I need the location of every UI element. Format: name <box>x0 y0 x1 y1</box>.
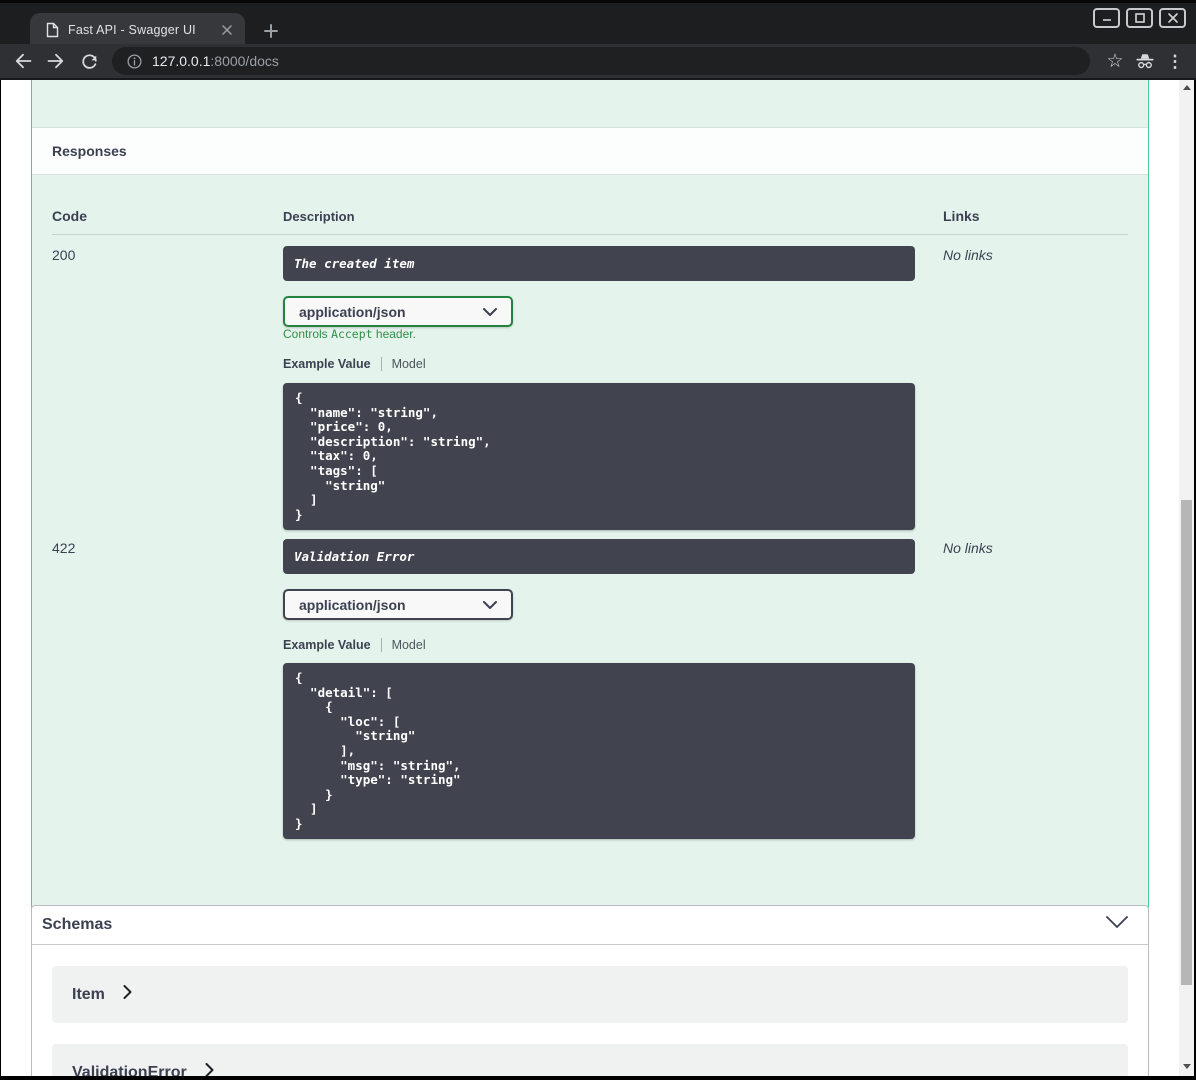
browser-toolbar: 127.0.0.1:8000/docs ☆ ⋮ <box>0 44 1196 80</box>
tab-example-value[interactable]: Example Value <box>283 638 371 652</box>
example-json-200: { "name": "string", "price": 0, "descrip… <box>283 383 915 530</box>
address-bar[interactable]: 127.0.0.1:8000/docs <box>112 47 1090 75</box>
example-json-422: { "detail": [ { "loc": [ "string" ], "ms… <box>283 663 915 839</box>
model-item[interactable]: Item <box>52 966 1128 1023</box>
reload-icon[interactable] <box>74 46 104 76</box>
model-validationerror[interactable]: ValidationError <box>52 1044 1128 1076</box>
site-info-icon[interactable] <box>124 51 144 71</box>
content-type-select-200[interactable]: application/json <box>283 296 513 327</box>
schemas-title: Schemas <box>42 916 113 933</box>
chevron-right-icon <box>205 1063 214 1076</box>
post-opblock: Responses Code Description Links 200 The… <box>31 80 1149 936</box>
url-text: 127.0.0.1:8000/docs <box>152 53 279 69</box>
window-controls <box>1093 8 1186 28</box>
responses-title: Responses <box>52 143 127 159</box>
chevron-down-icon <box>483 303 497 321</box>
column-header-description: Description <box>283 209 355 224</box>
controls-accept-note: Controls Accept header. <box>283 327 416 341</box>
back-icon[interactable] <box>8 46 38 76</box>
response-description-422: Validation Error <box>283 539 915 574</box>
tab-divider <box>380 357 382 371</box>
bookmark-star-icon[interactable]: ☆ <box>1100 46 1130 76</box>
schemas-section: Schemas Item ValidationError <box>31 905 1149 1076</box>
column-header-links: Links <box>943 208 980 224</box>
tab-example-value[interactable]: Example Value <box>283 357 371 371</box>
forward-icon[interactable] <box>41 46 71 76</box>
schemas-header[interactable]: Schemas <box>32 906 1148 945</box>
document-icon <box>46 22 59 38</box>
response-links-200: No links <box>943 247 993 263</box>
maximize-button[interactable] <box>1126 8 1153 28</box>
response-code-422: 422 <box>52 540 76 556</box>
url-path: :8000/docs <box>210 53 279 69</box>
chevron-down-icon <box>483 596 497 614</box>
column-header-code: Code <box>52 208 87 224</box>
close-window-button[interactable] <box>1159 8 1186 28</box>
incognito-badge-icon <box>1130 46 1160 76</box>
tab-close-icon[interactable] <box>219 22 235 38</box>
scroll-up-arrow-icon[interactable] <box>1179 80 1194 95</box>
new-tab-button[interactable] <box>260 20 282 42</box>
chevron-down-icon[interactable] <box>1106 916 1128 934</box>
url-host: 127.0.0.1 <box>152 53 211 69</box>
browser-tab[interactable]: Fast API - Swagger UI <box>30 13 245 47</box>
model-name: Item <box>72 985 105 1003</box>
model-name: ValidationError <box>72 1063 187 1077</box>
tab-title: Fast API - Swagger UI <box>68 23 196 37</box>
content-type-select-422[interactable]: application/json <box>283 589 513 620</box>
tab-model[interactable]: Model <box>392 357 426 371</box>
minimize-button[interactable] <box>1093 8 1120 28</box>
response-code-200: 200 <box>52 247 76 263</box>
chevron-right-icon <box>123 985 132 1004</box>
browser-titlebar: Fast API - Swagger UI <box>0 0 1196 47</box>
table-header-rule <box>52 234 1128 235</box>
model-tabs-422: Example Value Model <box>283 638 426 652</box>
response-links-422: No links <box>943 540 993 556</box>
scrollbar-thumb[interactable] <box>1181 500 1192 985</box>
tab-model[interactable]: Model <box>392 638 426 652</box>
page-scrollbar[interactable] <box>1179 80 1194 1076</box>
swagger-page: Responses Code Description Links 200 The… <box>1 80 1194 1076</box>
scroll-down-arrow-icon[interactable] <box>1179 1059 1194 1074</box>
tab-divider <box>380 638 382 652</box>
menu-icon[interactable]: ⋮ <box>1160 46 1190 76</box>
model-tabs-200: Example Value Model <box>283 357 426 371</box>
response-description-200: The created item <box>283 246 915 281</box>
responses-section-header: Responses <box>32 127 1148 175</box>
